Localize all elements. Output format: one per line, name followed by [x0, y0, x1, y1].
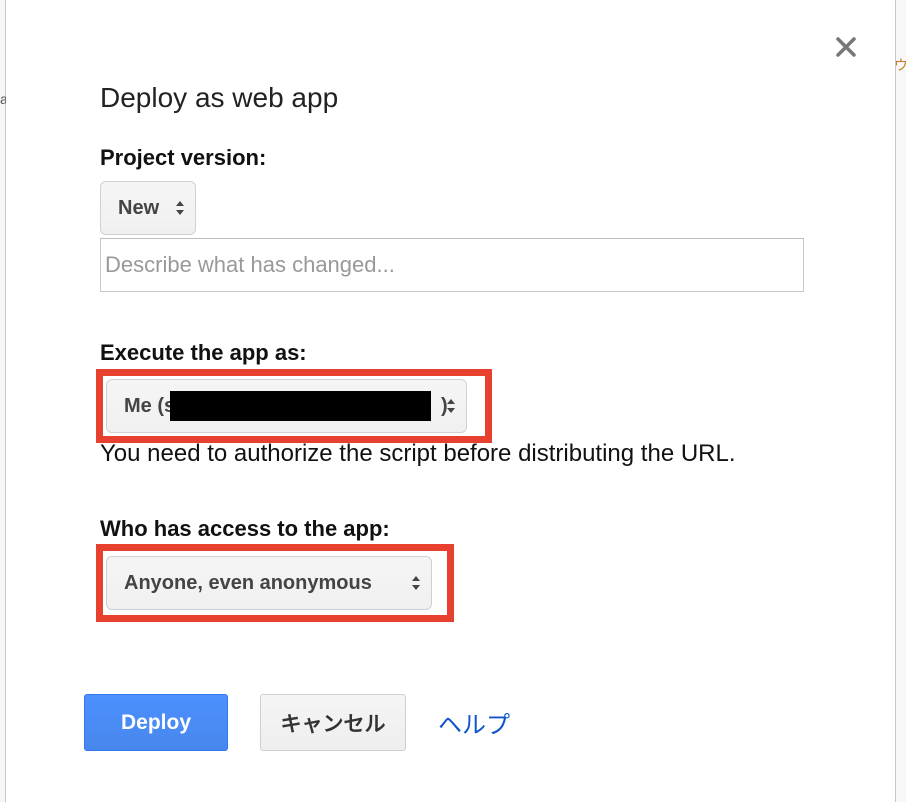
close-icon: [836, 37, 856, 57]
access-label: Who has access to the app:: [100, 516, 390, 541]
select-arrows-icon: [176, 201, 184, 215]
change-description-input[interactable]: [100, 238, 804, 292]
highlight-box-execute-as: [96, 369, 492, 443]
background-text-fragment: ウ: [894, 57, 906, 73]
highlight-box-access: [96, 544, 454, 622]
dialog-title: Deploy as web app: [100, 82, 339, 113]
project-version-select[interactable]: New: [100, 181, 196, 235]
background-page-right-edge: ウ: [894, 0, 906, 802]
deploy-button[interactable]: Deploy: [84, 694, 228, 751]
help-link[interactable]: ヘルプ: [438, 705, 510, 740]
execute-as-label: Execute the app as:: [100, 340, 307, 365]
project-version-label: Project version:: [100, 145, 267, 170]
close-button[interactable]: [833, 34, 859, 60]
cancel-button[interactable]: キャンセル: [260, 694, 406, 751]
deploy-dialog: Deploy as web app Project version: New E…: [6, 0, 894, 802]
project-version-select-value: New: [118, 196, 160, 219]
authorization-note: You need to authorize the script before …: [100, 440, 736, 467]
screen: a ウ Deploy as web app Project version: N…: [0, 0, 906, 802]
